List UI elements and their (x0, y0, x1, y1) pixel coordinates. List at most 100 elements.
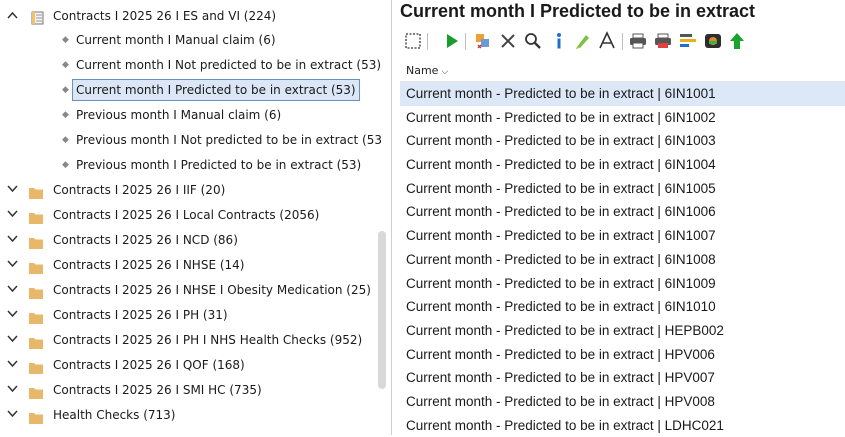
tree-folder[interactable]: Contracts I 2025 26 I SMI HC (735) (0, 378, 391, 402)
list-item[interactable]: Current month - Predicted to be in extra… (400, 390, 845, 414)
tree-folder[interactable]: Contracts I 2025 26 I NHSE I Obesity Med… (0, 278, 391, 302)
run-icon[interactable] (442, 31, 462, 51)
content-pane: Current month I Predicted to be in extra… (393, 0, 845, 435)
tree-item-label: Current month I Manual claim (6) (76, 33, 276, 47)
tree-item[interactable]: ◆ Previous month I Predicted to be in ex… (0, 153, 391, 177)
tree-folder-label: Contracts I 2025 26 I ES and VI (224) (53, 9, 277, 23)
tree-folder[interactable]: Contracts I 2025 26 I IIF (20) (0, 178, 391, 202)
tree-folder-label: Contracts I 2025 26 I NHSE I Obesity Med… (53, 283, 371, 297)
chevron-down-icon[interactable] (7, 353, 19, 377)
list-item[interactable]: Current month - Predicted to be in extra… (400, 248, 845, 272)
tree-item-label: Previous month I Not predicted to be in … (76, 133, 382, 147)
tree-folder-partial[interactable] (0, 427, 391, 435)
tree-folder-label: Contracts I 2025 26 I IIF (20) (53, 183, 226, 197)
tree-folder[interactable]: Contracts I 2025 26 I Local Contracts (2… (0, 203, 391, 227)
tree-folder-expanded[interactable]: Contracts I 2025 26 I ES and VI (224) (0, 4, 391, 28)
tree-item-label: Current month I Not predicted to be in e… (76, 58, 382, 72)
list-item[interactable]: Current month - Predicted to be in extra… (400, 129, 845, 153)
tree-folder[interactable]: Contracts I 2025 26 I PH I NHS Health Ch… (0, 328, 391, 352)
tree-folder[interactable]: Health Checks (713) (0, 403, 391, 427)
list-item[interactable]: Current month - Predicted to be in extra… (400, 272, 845, 296)
print-icon[interactable] (628, 31, 648, 51)
page-title: Current month I Predicted to be in extra… (400, 1, 756, 21)
tree-folder[interactable]: Contracts I 2025 26 I QOF (168) (0, 353, 391, 377)
tree-item-label: Previous month I Predicted to be in extr… (76, 158, 362, 172)
tree-folder-label: Contracts I 2025 26 I QOF (168) (53, 358, 245, 372)
merge-icon[interactable] (473, 31, 493, 51)
tree-folder[interactable]: Contracts I 2025 26 I NHSE (14) (0, 253, 391, 277)
list-item[interactable]: Current month - Predicted to be in extra… (400, 295, 845, 319)
list-item-selected[interactable]: Current month - Predicted to be in extra… (400, 82, 845, 106)
folder-icon (29, 258, 43, 274)
format-icon[interactable] (678, 31, 698, 51)
bullet-icon: ◆ (62, 35, 69, 45)
tree-item-selected[interactable]: ◆ Current month I Predicted to be in ext… (0, 78, 391, 102)
item-list: Name ⌵ Current month - Predicted to be in… (400, 61, 845, 437)
toolbar-separator (427, 33, 428, 50)
toolbar-separator (622, 33, 623, 50)
up-arrow-icon[interactable] (727, 31, 747, 51)
folder-icon (29, 333, 43, 349)
tree-folder-label: Contracts I 2025 26 I Local Contracts (2… (53, 208, 320, 222)
list-item[interactable]: Current month - Predicted to be in extra… (400, 200, 845, 224)
list-item[interactable]: Current month - Predicted to be in extra… (400, 343, 845, 367)
chevron-down-icon[interactable] (7, 178, 19, 202)
scrollbar-thumb[interactable] (378, 231, 386, 389)
chevron-down-icon[interactable] (7, 203, 19, 227)
list-item[interactable]: Current month - Predicted to be in extra… (400, 366, 845, 390)
bullet-icon: ◆ (62, 110, 69, 120)
record-icon[interactable] (703, 31, 723, 51)
list-item[interactable]: Current month - Predicted to be in extra… (400, 319, 845, 343)
folder-icon (29, 283, 43, 299)
chevron-down-icon[interactable] (7, 278, 19, 302)
delete-icon[interactable] (498, 31, 518, 51)
tree-item[interactable]: ◆ Previous month I Manual claim (6) (0, 103, 391, 127)
chevron-down-icon[interactable] (7, 403, 19, 427)
tree-folder[interactable]: Contracts I 2025 26 I NCD (86) (0, 228, 391, 252)
tree-item-label: Current month I Predicted to be in extra… (72, 79, 360, 101)
bullet-icon: ◆ (62, 60, 69, 70)
chevron-down-icon[interactable] (7, 328, 19, 352)
list-item[interactable]: Current month - Predicted to be in extra… (400, 177, 845, 201)
print-red-icon[interactable] (653, 31, 673, 51)
chevron-up-icon[interactable] (7, 4, 19, 28)
list-item[interactable]: Current month - Predicted to be in extra… (400, 224, 845, 248)
list-item[interactable]: Current month - Predicted to be in extra… (400, 106, 845, 130)
select-box-icon[interactable] (403, 31, 423, 51)
tree-item[interactable]: ◆ Current month I Not predicted to be in… (0, 53, 391, 77)
info-icon[interactable] (549, 31, 569, 51)
search-icon[interactable] (523, 31, 543, 51)
chevron-down-icon: ⌵ (441, 67, 449, 77)
bullet-icon: ◆ (62, 160, 69, 170)
tree-folder-label: Contracts I 2025 26 I PH (31) (53, 308, 228, 322)
open-folder-icon (31, 9, 45, 25)
chevron-down-icon[interactable] (7, 303, 19, 327)
toolbar (403, 31, 845, 53)
folder-icon (29, 358, 43, 374)
folder-icon (29, 408, 43, 424)
folder-icon (29, 208, 43, 224)
folder-tree[interactable]: Contracts I 2025 26 I ES and VI (224) ◆ … (0, 0, 392, 435)
chevron-down-icon[interactable] (7, 378, 19, 402)
list-item[interactable]: Current month - Predicted to be in extra… (400, 153, 845, 177)
folder-icon (29, 233, 43, 249)
font-icon[interactable] (597, 31, 617, 51)
toolbar-separator (465, 33, 466, 50)
column-header-name[interactable]: Name ⌵ (400, 61, 845, 82)
tree-folder-label: Health Checks (713) (53, 408, 176, 422)
tree-folder[interactable]: Contracts I 2025 26 I PH (31) (0, 303, 391, 327)
tree-item[interactable]: ◆ Current month I Manual claim (6) (0, 28, 391, 52)
highlight-icon[interactable] (573, 31, 593, 51)
tree-folder-label: Contracts I 2025 26 I PH I NHS Health Ch… (53, 333, 363, 347)
folder-icon (29, 383, 43, 399)
chevron-down-icon[interactable] (7, 228, 19, 252)
list-item[interactable]: Current month - Predicted to be in extra… (400, 414, 845, 437)
column-header-label: Name (406, 64, 439, 77)
bullet-icon: ◆ (62, 135, 69, 145)
tree-folder-label: Contracts I 2025 26 I NHSE (14) (53, 258, 245, 272)
chevron-down-icon[interactable] (7, 253, 19, 277)
bullet-icon: ◆ (62, 85, 69, 95)
tree-item[interactable]: ◆ Previous month I Not predicted to be i… (0, 128, 391, 152)
tree-folder-label: Contracts I 2025 26 I SMI HC (735) (53, 383, 262, 397)
tree-folder-label: Contracts I 2025 26 I NCD (86) (53, 233, 238, 247)
